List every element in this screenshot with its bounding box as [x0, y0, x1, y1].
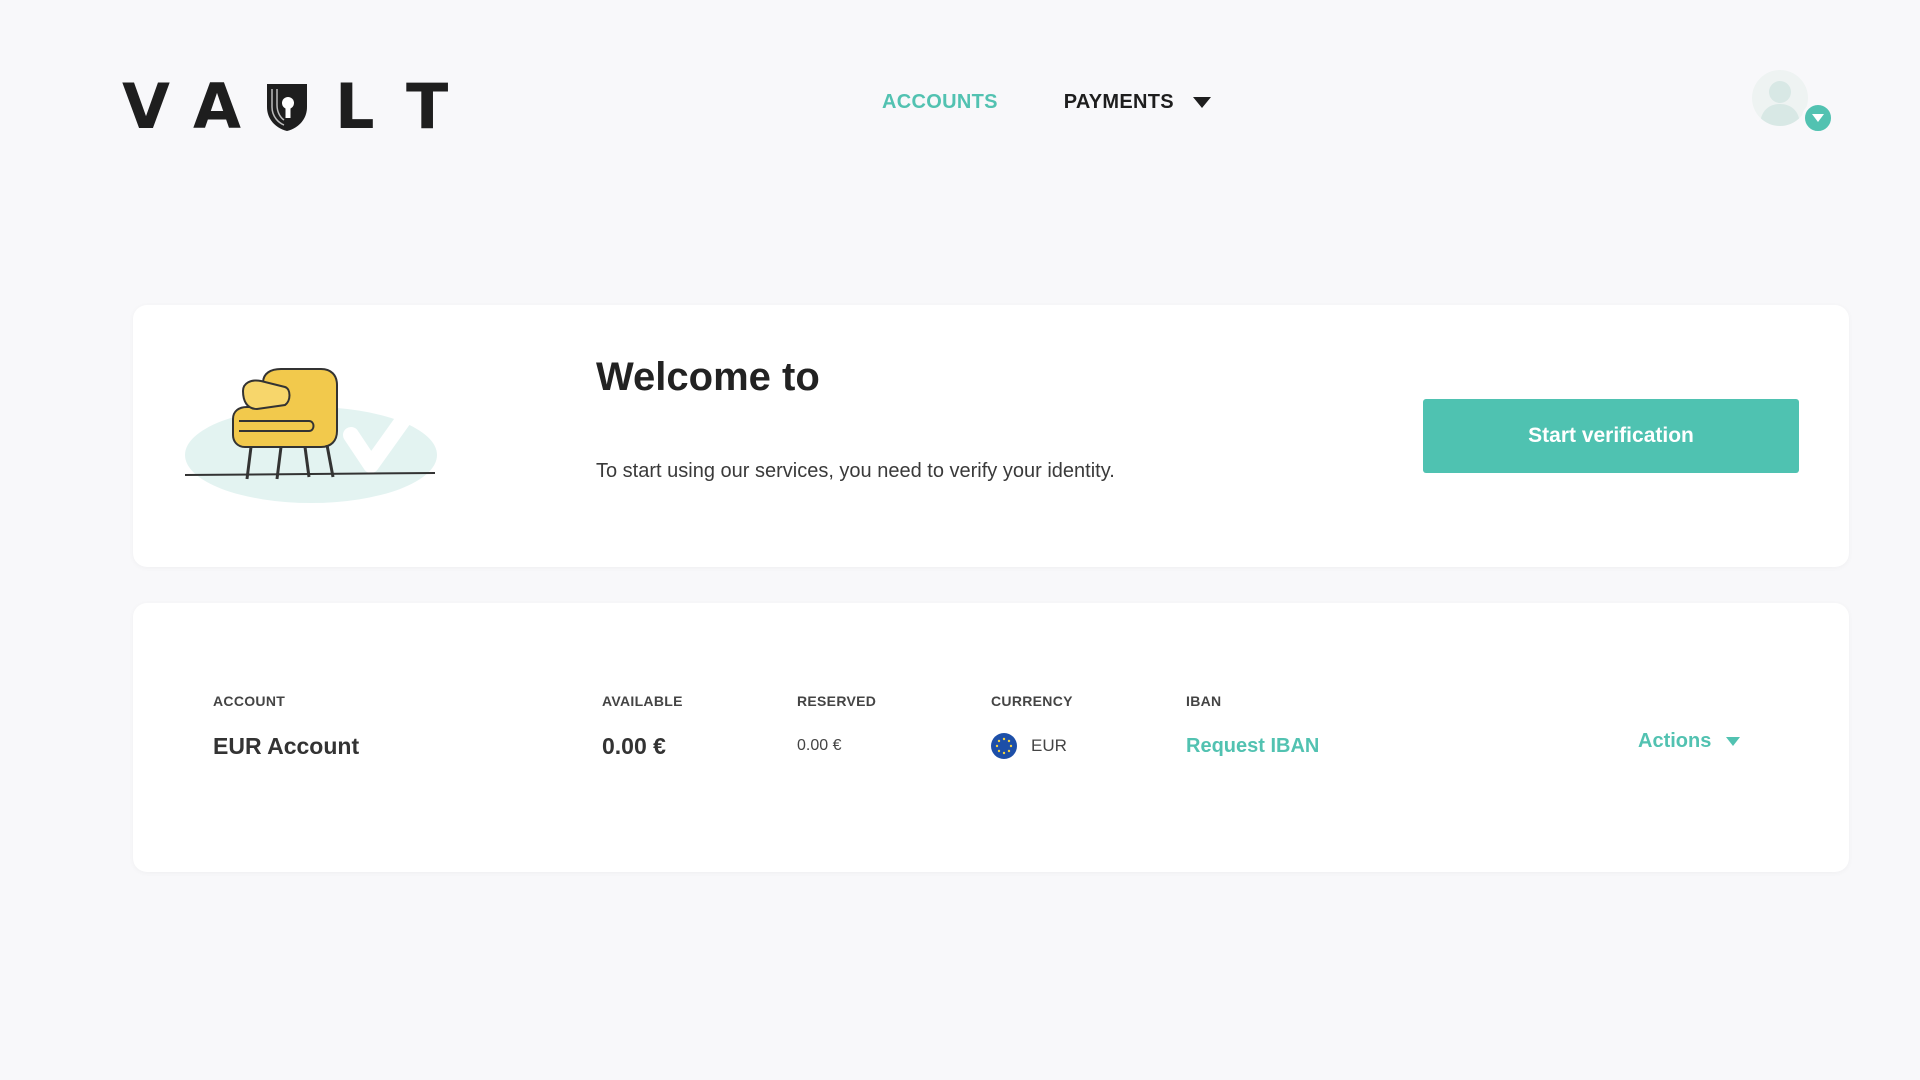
- column-header-iban: IBAN: [1186, 693, 1222, 709]
- logo-letter: L: [335, 70, 375, 143]
- nav-payments-label: PAYMENTS: [1063, 90, 1174, 113]
- available-balance: 0.00 €: [602, 732, 666, 759]
- reserved-balance: 0.00 €: [797, 737, 842, 754]
- actions-dropdown[interactable]: Actions: [1638, 725, 1741, 757]
- actions-label: Actions: [1638, 729, 1712, 752]
- account-name: EUR Account: [213, 732, 360, 759]
- request-iban-link[interactable]: Request IBAN: [1186, 735, 1319, 758]
- nav-accounts[interactable]: ACCOUNTS: [882, 91, 998, 114]
- user-menu[interactable]: [1752, 70, 1836, 136]
- caret-down-icon: [1725, 736, 1741, 747]
- logo-letter: T: [406, 70, 449, 143]
- shield-keyhole-icon: [264, 78, 335, 136]
- column-header-reserved: RESERVED: [797, 693, 877, 709]
- chevron-down-icon: [1802, 102, 1834, 134]
- welcome-card: Welcome to To start using our services, …: [133, 305, 1849, 567]
- currency-code: EUR: [1031, 736, 1067, 755]
- verification-message: To start using our services, you need to…: [596, 460, 1115, 482]
- armchair-checkmark-illustration: [181, 365, 441, 505]
- main-nav: ACCOUNTS PAYMENTS: [882, 88, 1212, 116]
- accounts-card: ACCOUNT AVAILABLE RESERVED CURRENCY IBAN…: [133, 603, 1849, 872]
- logo-letter: V: [122, 70, 170, 143]
- top-header: V A L T ACCOUNTS PAYMENTS: [0, 0, 1920, 205]
- user-avatar-icon: [1752, 70, 1808, 126]
- start-verification-button[interactable]: Start verification: [1423, 399, 1799, 473]
- column-header-currency: CURRENCY: [991, 693, 1073, 709]
- logo-letter: A: [193, 70, 241, 143]
- column-header-available: AVAILABLE: [602, 693, 683, 709]
- nav-payments[interactable]: PAYMENTS: [1064, 91, 1212, 114]
- welcome-title: Welcome to: [596, 355, 820, 399]
- caret-down-icon: [1192, 96, 1212, 109]
- vault-logo[interactable]: V A L T: [122, 70, 477, 143]
- column-header-account: ACCOUNT: [213, 693, 286, 709]
- eu-flag-icon: [991, 733, 1017, 759]
